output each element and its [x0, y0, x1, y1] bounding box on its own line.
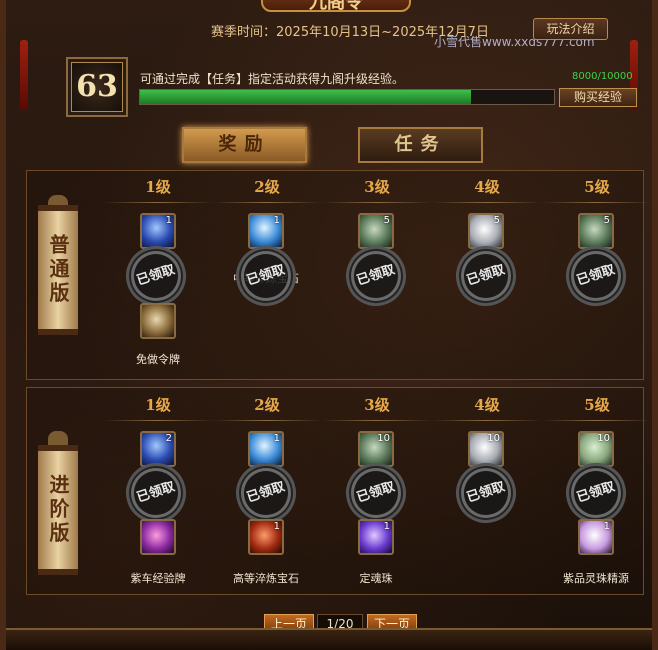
coin-icon[interactable]: 10	[358, 431, 394, 467]
tier-divider	[432, 420, 542, 421]
item-count: 10	[377, 433, 390, 444]
item-name: 高等淬炼宝石	[233, 572, 299, 585]
blue-gem-icon[interactable]: 2	[140, 431, 176, 467]
item-name: 紫品灵珠精源	[563, 572, 629, 585]
tier-divider	[542, 420, 652, 421]
silver-ingot-icon[interactable]: 10	[468, 431, 504, 467]
tier-label: 4级	[474, 178, 500, 196]
tier-label: 1级	[145, 396, 171, 414]
task-tip-text: 可通过完成【任务】指定活动获得九阁升级经验。	[140, 72, 405, 86]
normal-version-label: 普通版	[38, 205, 78, 335]
tier-label: 2级	[254, 396, 280, 414]
scroll-cap-icon	[48, 431, 68, 445]
tier-label: 4级	[474, 396, 500, 414]
tier-divider	[212, 202, 322, 203]
blue-gem-icon[interactable]: 1	[140, 213, 176, 249]
exp-progress-bar	[139, 89, 555, 105]
bottom-frame-rim	[6, 628, 652, 650]
item-count: 5	[493, 215, 500, 226]
tier-divider	[432, 202, 542, 203]
pearl-icon[interactable]: 1	[578, 519, 614, 555]
nine-pavilion-order-window: 九阁令 赛季时间：2025年10月13日~2025年12月7日 小雪代售www.…	[0, 0, 658, 650]
sky-gem-icon[interactable]: 1	[248, 431, 284, 467]
tab-task[interactable]: 任务	[358, 127, 483, 163]
item-count: 2	[165, 433, 172, 444]
item-count: 5	[383, 215, 390, 226]
item-count: 1	[165, 215, 172, 226]
tier-label: 2级	[254, 178, 280, 196]
silver-ingot-icon[interactable]: 5	[468, 213, 504, 249]
item-count: 10	[597, 433, 610, 444]
exp-progress-fill	[140, 90, 472, 104]
token-icon[interactable]	[140, 303, 176, 339]
item-count: 1	[273, 433, 280, 444]
sky-gem-icon[interactable]: 1	[248, 213, 284, 249]
tier-divider	[103, 420, 213, 421]
tier-divider	[103, 202, 213, 203]
tier-label: 5级	[584, 178, 610, 196]
item-count: 10	[487, 433, 500, 444]
red-gem-icon[interactable]: 1	[248, 519, 284, 555]
item-count: 1	[273, 215, 280, 226]
item-count: 1	[603, 521, 610, 532]
tier-divider	[322, 202, 432, 203]
item-count: 1	[383, 521, 390, 532]
exp-value: 8000/10000	[572, 71, 633, 82]
item-name: 定魂珠	[359, 572, 393, 585]
tier-label: 5级	[584, 396, 610, 414]
tab-reward[interactable]: 奖励	[182, 127, 307, 163]
buy-exp-button[interactable]: 购买经验	[559, 88, 637, 107]
left-tassel-decoration	[20, 40, 28, 110]
tier-divider	[322, 420, 432, 421]
violet-orb-icon[interactable]: 1	[358, 519, 394, 555]
tier-divider	[542, 202, 652, 203]
item-name: 免做令牌	[136, 353, 180, 366]
coin-icon[interactable]: 5	[578, 213, 614, 249]
item-count: 1	[273, 521, 280, 532]
jade-ingot-icon[interactable]: 10	[578, 431, 614, 467]
item-count: 5	[603, 215, 610, 226]
tier-label: 3级	[364, 396, 390, 414]
advanced-reward-panel	[26, 387, 644, 595]
level-badge: 63	[66, 57, 128, 117]
tier-divider	[212, 420, 322, 421]
tier-label: 1级	[145, 178, 171, 196]
advanced-version-label: 进阶版	[38, 445, 78, 575]
tier-label: 3级	[364, 178, 390, 196]
item-name: 紫车经验牌	[130, 572, 186, 585]
purple-box-icon[interactable]	[140, 519, 176, 555]
coin-icon[interactable]: 5	[358, 213, 394, 249]
window-title: 九阁令	[261, 0, 411, 13]
rules-button[interactable]: 玩法介绍	[533, 18, 608, 40]
